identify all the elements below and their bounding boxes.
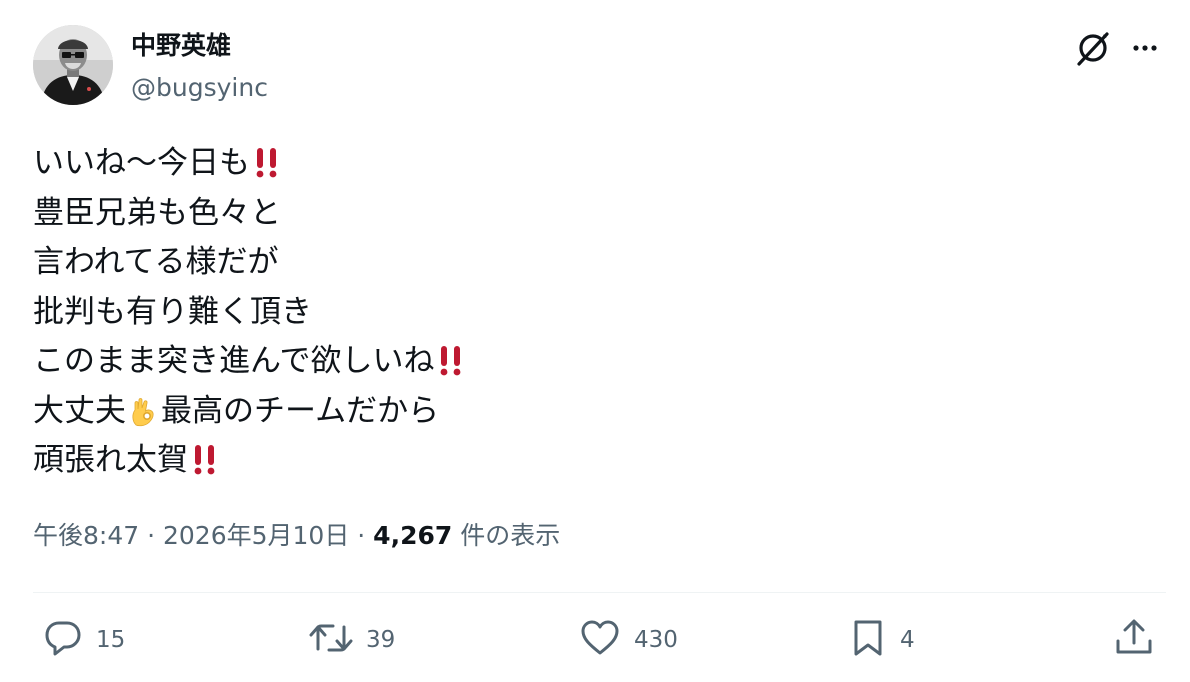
double-exclamation-icon (252, 145, 282, 178)
post-text: いいね〜今日も 豊臣兄弟も色々と 言われてる様だが 批判も有り難く頂き このまま… (33, 139, 1133, 486)
retweet-button[interactable]: 39 (308, 618, 395, 662)
post-time[interactable]: 午後8:47 (33, 521, 139, 550)
post-line-text: このまま突き進んで欲しいね (33, 343, 435, 379)
post-line-text: 批判も有り難く頂き (33, 293, 312, 330)
avatar[interactable] (33, 25, 113, 105)
like-count: 430 (634, 627, 678, 653)
retweet-icon (308, 617, 354, 663)
reply-button[interactable]: 15 (42, 618, 125, 662)
bookmark-button[interactable]: 4 (848, 618, 915, 662)
avatar-photo-icon (33, 25, 113, 105)
views-count[interactable]: 4,267 (373, 521, 452, 550)
double-exclamation-icon (190, 442, 220, 475)
post-date[interactable]: 2026年5月10日 (163, 521, 349, 550)
post-line: 言われてる様だが (33, 238, 1133, 288)
post-line: 豊臣兄弟も色々と (33, 189, 1133, 239)
more-options-icon[interactable] (1125, 28, 1165, 68)
meta-separator: · (139, 521, 163, 550)
author-display-name[interactable]: 中野英雄 (131, 29, 231, 63)
post-line-text: いいね〜今日も (33, 145, 250, 181)
reply-count: 15 (96, 627, 126, 653)
post-line-text: 頑張れ太賀 (33, 442, 188, 478)
retweet-count: 39 (366, 627, 396, 653)
share-icon (1112, 617, 1156, 663)
post-line-text: 言われてる様だが (33, 244, 279, 280)
share-button[interactable] (1112, 618, 1156, 662)
post-line: このまま突き進んで欲しいね (33, 337, 1133, 387)
divider (33, 592, 1166, 593)
like-button[interactable]: 430 (578, 618, 678, 662)
bookmark-count: 4 (900, 627, 915, 653)
post-line: 頑張れ太賀 (33, 436, 1133, 486)
post-line-text: 大丈夫 (33, 392, 126, 429)
meta-separator: · (349, 521, 374, 550)
grok-icon[interactable] (1073, 28, 1113, 68)
post-line-text: 豊臣兄弟も色々と (33, 194, 281, 231)
double-exclamation-icon (436, 343, 466, 376)
bookmark-icon (848, 617, 888, 663)
ok-hand-icon (127, 393, 160, 426)
reply-icon (42, 617, 84, 663)
author-handle[interactable]: @bugsyinc (131, 71, 268, 105)
post-meta: 午後8:47 · 2026年5月10日 · 4,267 件の表示 (33, 518, 560, 554)
post-line: いいね〜今日も (33, 139, 1133, 189)
post-line: 批判も有り難く頂き (33, 288, 1133, 338)
heart-icon (578, 617, 622, 663)
tweet-card: 中野英雄 @bugsyinc いいね〜今日も 豊臣兄弟も色々と 言われてる様だが… (0, 0, 1190, 682)
views-label[interactable]: 件の表示 (452, 521, 560, 550)
post-line: 大丈夫 最高のチームだから (33, 387, 1133, 437)
post-line-text: 最高のチームだから (161, 392, 440, 429)
